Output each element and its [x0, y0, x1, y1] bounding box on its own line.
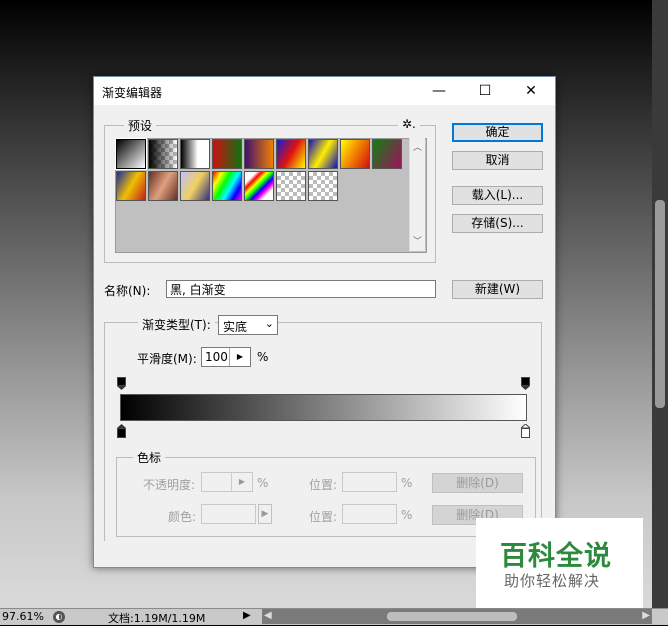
- maximize-button[interactable]: ☐: [462, 77, 508, 105]
- opacity-label: 不透明度:: [143, 478, 196, 492]
- preset-swatch[interactable]: [212, 139, 242, 169]
- preset-swatch[interactable]: [116, 171, 146, 201]
- load-button[interactable]: 载入(L)...: [452, 186, 543, 205]
- status-menu-arrow-icon[interactable]: ▶: [243, 610, 251, 621]
- stops-group: [116, 457, 536, 537]
- opacity-position-label: 位置:: [309, 478, 338, 492]
- ok-button[interactable]: 确定: [452, 123, 543, 142]
- watermark-title: 百科全说: [500, 541, 612, 572]
- stepper-arrow-icon[interactable]: ▶: [229, 348, 250, 366]
- chevron-down-icon: ⌄: [264, 317, 274, 330]
- preset-swatch[interactable]: [372, 139, 402, 169]
- title-bar: 渐变编辑器 — ☐ ✕: [94, 77, 555, 105]
- opacity-stop-right[interactable]: [521, 377, 530, 391]
- preset-swatch[interactable]: [180, 139, 210, 169]
- delete-opacity-stop-button[interactable]: 删除(D): [432, 473, 523, 493]
- color-swatch[interactable]: [201, 504, 256, 524]
- gradient-type-label: 渐变类型(T):: [138, 316, 215, 333]
- smoothness-label: 平滑度(M):: [137, 352, 197, 366]
- preset-swatch[interactable]: [308, 171, 338, 201]
- name-label: 名称(N):: [104, 284, 151, 298]
- color-position-unit: %: [401, 508, 413, 522]
- new-button[interactable]: 新建(W): [452, 280, 543, 299]
- preset-swatch[interactable]: [244, 171, 274, 201]
- gear-icon[interactable]: ✲.: [398, 117, 420, 131]
- name-input[interactable]: 黑, 白渐变: [166, 280, 436, 298]
- save-button[interactable]: 存储(S)...: [452, 214, 543, 233]
- color-picker-arrow-icon[interactable]: ▶: [258, 504, 272, 524]
- scroll-left-icon[interactable]: ◀: [264, 610, 272, 621]
- preset-swatch[interactable]: [308, 139, 338, 169]
- preset-swatch[interactable]: [148, 139, 178, 169]
- opacity-input[interactable]: ▶: [201, 472, 253, 492]
- watermark-subtitle: 助你轻松解决: [504, 572, 601, 590]
- preset-swatch[interactable]: [212, 171, 242, 201]
- smoothness-unit: %: [257, 350, 269, 364]
- color-label: 颜色:: [168, 510, 197, 524]
- opacity-unit: %: [257, 476, 269, 490]
- stops-label: 色标: [133, 449, 166, 466]
- watermark-logo: 百科全说 助你轻松解决: [476, 518, 643, 608]
- opacity-stepper-icon[interactable]: ▶: [231, 473, 252, 491]
- gradient-type-value: 实底: [223, 320, 248, 334]
- preset-swatch[interactable]: [276, 139, 306, 169]
- gradient-preview-bar[interactable]: [120, 394, 527, 421]
- preset-swatch[interactable]: [276, 171, 306, 201]
- hscroll-thumb[interactable]: [387, 612, 517, 621]
- color-position-label: 位置:: [309, 510, 338, 524]
- smoothness-input[interactable]: 100 ▶: [201, 347, 251, 367]
- scroll-right-icon[interactable]: ▶: [642, 610, 650, 621]
- color-stop-left[interactable]: [117, 424, 126, 438]
- horizontal-scrollbar[interactable]: ◀ ▶: [262, 609, 652, 624]
- preset-swatch[interactable]: [180, 171, 210, 201]
- color-stop-right[interactable]: [519, 423, 532, 438]
- scroll-thumb[interactable]: [655, 200, 665, 408]
- preset-swatch-area: [115, 138, 427, 253]
- zoom-level[interactable]: 97.61%: [2, 610, 44, 623]
- cancel-button[interactable]: 取消: [452, 151, 543, 170]
- status-bar: 97.61% ◐ 文档:1.19M/1.19M ▶ ◀ ▶: [0, 608, 668, 625]
- opacity-stop-left[interactable]: [117, 377, 126, 391]
- scroll-down-icon[interactable]: ﹀: [413, 234, 422, 247]
- close-button[interactable]: ✕: [508, 77, 554, 105]
- color-position-input[interactable]: [342, 504, 397, 524]
- minimize-button[interactable]: —: [416, 77, 462, 105]
- vertical-scrollbar[interactable]: [652, 0, 668, 608]
- preset-swatch[interactable]: [244, 139, 274, 169]
- gradient-type-select[interactable]: 实底 ⌄: [218, 315, 278, 335]
- dialog-title: 渐变编辑器: [102, 86, 163, 100]
- presets-label: 预设: [124, 117, 157, 134]
- opacity-position-unit: %: [401, 476, 413, 490]
- preset-swatch[interactable]: [340, 139, 370, 169]
- opacity-position-input[interactable]: [342, 472, 397, 492]
- presets-scrollbar[interactable]: ︿ ﹀: [409, 138, 425, 251]
- share-icon[interactable]: ◐: [53, 611, 65, 623]
- preset-swatch[interactable]: [148, 171, 178, 201]
- smoothness-value: 100: [205, 350, 228, 364]
- preset-swatch[interactable]: [115, 138, 147, 170]
- scroll-up-icon[interactable]: ︿: [413, 140, 422, 153]
